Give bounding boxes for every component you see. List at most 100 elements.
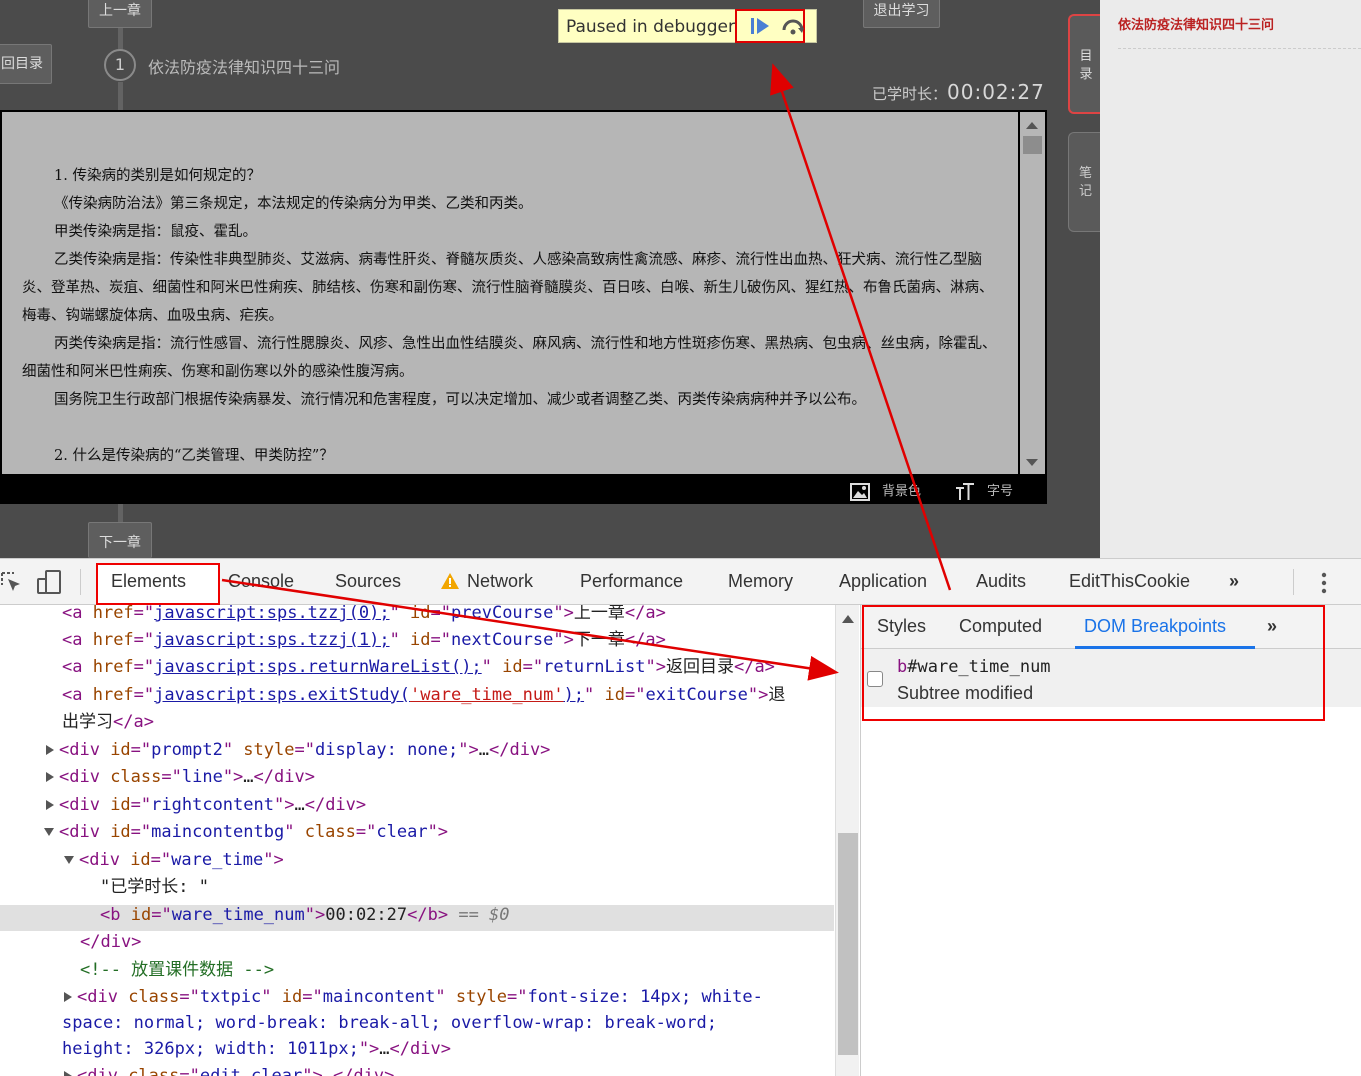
dom-line[interactable]: <div class="edit clear">…</div> xyxy=(64,1063,394,1076)
next-chapter-button[interactable]: 下一章 xyxy=(88,522,152,558)
study-time: 已学时长：00:02:27 xyxy=(872,80,1045,104)
dom-line[interactable]: "已学时长: " xyxy=(100,874,209,901)
course-page: 上一章 退出学习 回目录 下一章 1 依法防疫法律知识四十三问 已学时长：00:… xyxy=(0,0,1361,558)
content-toolbar: 背景色 字号 xyxy=(0,474,1047,504)
catalog-panel: 依法防疫法律知识四十三问 xyxy=(1100,0,1361,558)
tab-memory[interactable]: Memory xyxy=(728,571,793,592)
kebab-menu-icon[interactable] xyxy=(1318,571,1330,595)
tab-elements[interactable]: Elements xyxy=(111,571,186,592)
dom-attr-value: txtpic xyxy=(199,987,262,1007)
dom-attr-value[interactable]: javascript:sps.tzzj(0); xyxy=(154,605,389,623)
dom-text: 00:02:27 xyxy=(325,905,408,925)
background-color-label: 背景色 xyxy=(882,484,922,499)
dom-text: 下一章 xyxy=(573,630,625,650)
dom-line[interactable]: <a href="javascript:sps.tzzj(1);" id="ne… xyxy=(62,627,666,654)
dom-line[interactable]: height: 326px; width: 1011px;">…</div> xyxy=(62,1036,451,1063)
scroll-up-arrow-icon[interactable] xyxy=(842,615,854,623)
lesson-paragraph: 《传染病防治法》第三条规定，本法规定的传染病分为甲类、乙类和丙类。 xyxy=(54,196,533,212)
dom-line[interactable]: </div> xyxy=(80,929,141,956)
return-list-button[interactable]: 回目录 xyxy=(0,44,52,84)
exit-study-button[interactable]: 退出学习 xyxy=(863,0,940,28)
dom-text: 返回目录 xyxy=(665,657,734,677)
dom-attr-value[interactable]: javascript:sps.tzzj(1); xyxy=(154,630,389,650)
collapse-arrow-icon[interactable] xyxy=(44,828,54,836)
scrollbar-thumb[interactable] xyxy=(838,833,858,1055)
expand-arrow-icon[interactable] xyxy=(46,772,54,782)
dom-attr-value: ware_time xyxy=(171,850,264,870)
resume-icon[interactable] xyxy=(749,17,771,35)
dom-attr-value: ware_time_num xyxy=(171,905,305,925)
inspect-element-icon[interactable] xyxy=(0,571,22,593)
timeline-line xyxy=(118,28,123,50)
scroll-down-arrow-icon[interactable] xyxy=(1026,459,1038,466)
tab-sources[interactable]: Sources xyxy=(335,571,401,592)
dom-attr-value: returnList xyxy=(543,657,646,677)
dom-attr-value: edit clear xyxy=(199,1066,303,1076)
dom-line[interactable]: <!-- 放置课件数据 --> xyxy=(80,957,274,984)
dom-attr-value: maincontentbg xyxy=(151,822,285,842)
dom-line-selected[interactable]: <b id="ware_time_num">00:02:27</b> == $0 xyxy=(100,902,510,929)
expand-arrow-icon[interactable] xyxy=(64,992,72,1002)
tab-audits[interactable]: Audits xyxy=(976,571,1026,592)
dom-line[interactable]: <div id="rightcontent">…</div> xyxy=(46,792,366,819)
notes-tab-char: 笔 xyxy=(1078,166,1092,181)
catalog-item-title[interactable]: 依法防疫法律知识四十三问 xyxy=(1118,14,1274,33)
devtools-panel: Elements Console Sources Network Perform… xyxy=(0,558,1361,1076)
tab-performance[interactable]: Performance xyxy=(580,571,683,592)
dom-attr-value: space: normal; word-break: break-all; ov… xyxy=(62,1013,718,1033)
dom-line[interactable]: <a href="javascript:sps.exitStudy('ware_… xyxy=(62,682,785,709)
dom-line[interactable]: <div id="maincontentbg" class="clear"> xyxy=(44,819,448,846)
devtools-side-pane: Styles Computed DOM Breakpoints » b#ware… xyxy=(860,605,1361,1076)
scroll-up-arrow-icon[interactable] xyxy=(1026,122,1038,129)
study-time-label: 已学时长： xyxy=(872,85,948,103)
debugger-paused-text: Paused in debugger xyxy=(566,17,735,37)
dom-line[interactable]: <a href="javascript:sps.tzzj(0);" id="pr… xyxy=(62,605,666,627)
tab-network[interactable]: Network xyxy=(467,571,533,592)
dom-line[interactable]: 出学习</a> xyxy=(62,709,154,736)
catalog-side-tab[interactable]: 目 录 xyxy=(1068,14,1102,114)
dom-line[interactable]: <div id="prompt2" style="display: none;"… xyxy=(46,737,550,764)
expand-arrow-icon[interactable] xyxy=(64,1071,72,1076)
selected-node-marker: == $0 xyxy=(458,905,510,925)
more-tabs-button[interactable]: » xyxy=(1229,571,1239,592)
notes-side-tab[interactable]: 笔 记 xyxy=(1068,132,1102,232)
toolbar-separator xyxy=(1293,569,1294,595)
font-size-label: 字号 xyxy=(987,484,1014,499)
dom-attr-value[interactable]: javascript:sps.exitStudy( xyxy=(154,685,410,705)
dom-attr-value: clear xyxy=(376,822,428,842)
dom-attr-value: prevCourse xyxy=(451,605,554,623)
font-size-button[interactable]: 字号 xyxy=(955,480,1013,501)
dom-line[interactable]: <a href="javascript:sps.returnWareList()… xyxy=(62,654,775,681)
screenshot-root: 上一章 退出学习 回目录 下一章 1 依法防疫法律知识四十三问 已学时长：00:… xyxy=(0,0,1361,1076)
background-color-button[interactable]: 背景色 xyxy=(850,480,921,501)
dom-line[interactable]: <div class="line">…</div> xyxy=(46,764,315,791)
device-toolbar-icon[interactable] xyxy=(36,569,62,595)
collapse-arrow-icon[interactable] xyxy=(64,856,74,864)
expand-arrow-icon[interactable] xyxy=(46,745,54,755)
dom-attr-value[interactable]: javascript:sps.returnWareList(); xyxy=(154,657,482,677)
step-over-icon[interactable] xyxy=(781,16,805,36)
elements-scrollbar[interactable] xyxy=(835,605,859,1076)
tab-application[interactable]: Application xyxy=(839,571,927,592)
dom-attr-value: exitCourse xyxy=(645,685,748,705)
scrollbar-thumb[interactable] xyxy=(1023,136,1042,154)
prev-chapter-button[interactable]: 上一章 xyxy=(88,0,152,28)
dom-text: "已学时长: " xyxy=(100,877,209,897)
expand-arrow-icon[interactable] xyxy=(46,800,54,810)
image-icon xyxy=(850,482,870,501)
content-scrollbar[interactable] xyxy=(1020,112,1045,474)
dom-attr-value[interactable]: 'ware_time_num' xyxy=(410,685,564,705)
dom-attr-value: height: 326px; width: 1011px; xyxy=(62,1039,359,1059)
dom-attr-value[interactable]: ); xyxy=(564,685,584,705)
tab-console[interactable]: Console xyxy=(228,571,294,592)
debugger-paused-bar: Paused in debugger xyxy=(558,9,817,43)
dom-attr-value: line xyxy=(181,767,223,787)
dom-attr-value: maincontent xyxy=(322,987,436,1007)
dom-line[interactable]: space: normal; word-break: break-all; ov… xyxy=(62,1010,717,1037)
dom-attr-value: nextCourse xyxy=(451,630,554,650)
dom-line[interactable]: <div id="ware_time"> xyxy=(64,847,284,874)
tab-editthiscookie[interactable]: EditThisCookie xyxy=(1069,571,1190,592)
dom-line[interactable]: <div class="txtpic" id="maincontent" sty… xyxy=(64,984,763,1011)
catalog-tab-char: 目 xyxy=(1079,49,1093,64)
elements-tree: <a href="javascript:sps.tzzj(0);" id="pr… xyxy=(0,605,834,1076)
